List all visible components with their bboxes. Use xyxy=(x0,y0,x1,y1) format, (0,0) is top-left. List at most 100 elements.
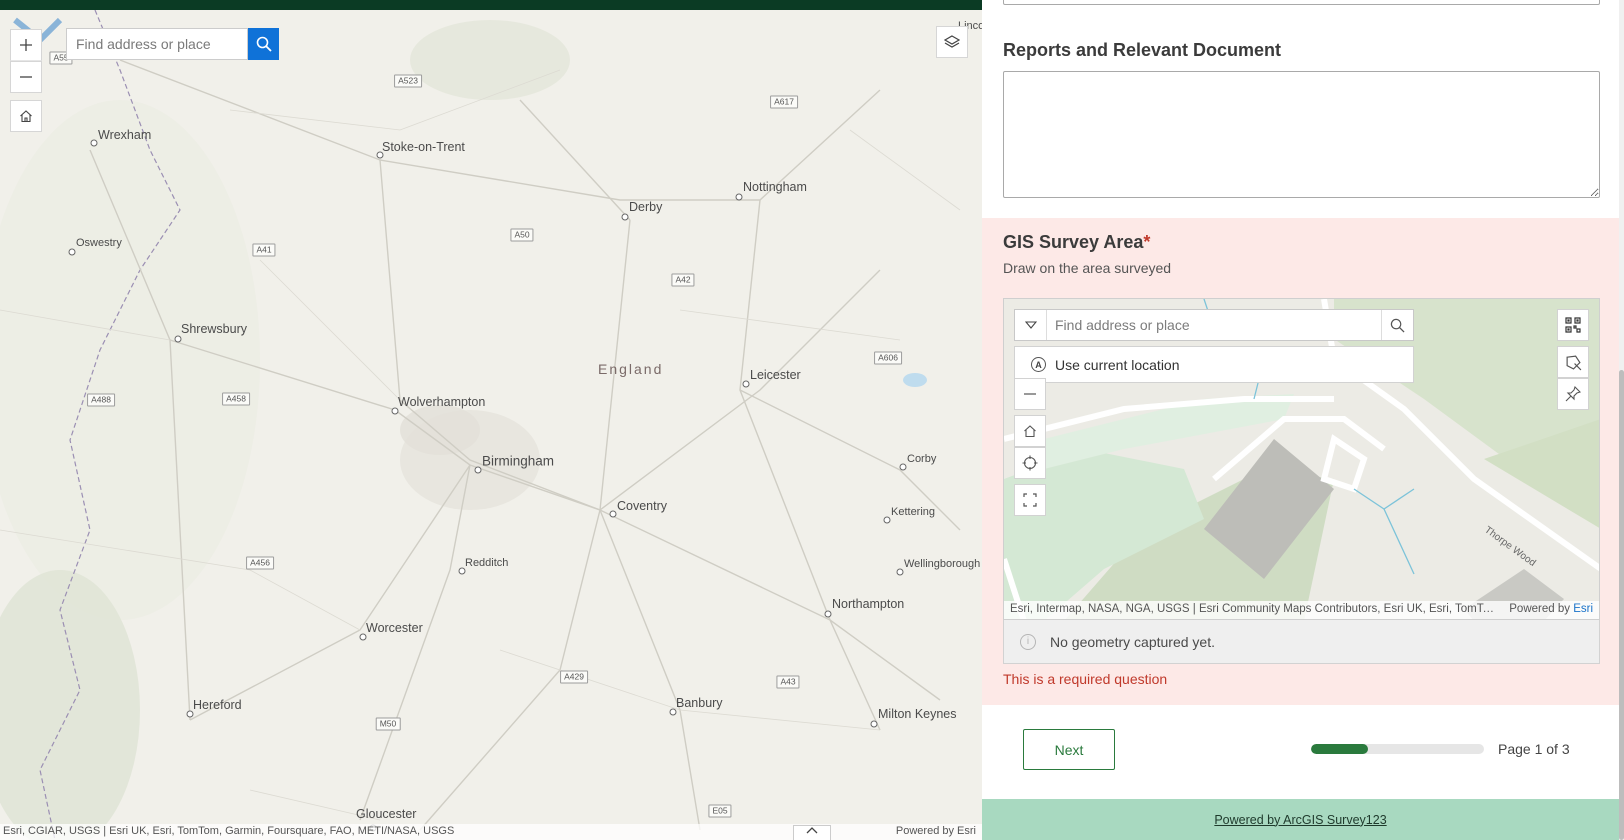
place-label: Leicester xyxy=(750,368,801,382)
basemap-layers-button[interactable] xyxy=(936,26,968,58)
mini-map-search[interactable]: Find address or place xyxy=(1014,309,1414,341)
place-label: Shrewsbury xyxy=(181,322,247,336)
map-search-button[interactable] xyxy=(248,28,279,60)
attribution-expand-button[interactable] xyxy=(793,825,831,840)
place-label: Wrexham xyxy=(98,128,152,142)
mini-zoom-out-button[interactable] xyxy=(1014,378,1046,410)
place-dot xyxy=(90,139,98,147)
road-shield: A617 xyxy=(770,95,798,109)
qr-code-button[interactable] xyxy=(1557,309,1589,341)
powered-by-esri[interactable]: Powered by Esri xyxy=(896,825,976,837)
road-shield: A50 xyxy=(510,228,534,242)
search-icon xyxy=(256,36,272,52)
fullscreen-button[interactable] xyxy=(1014,484,1046,516)
place-dot xyxy=(742,380,750,388)
place-label: Worcester xyxy=(366,621,423,635)
attribution-text: Esri, CGIAR, USGS | Esri UK, Esri, TomTo… xyxy=(3,825,455,837)
draw-polygon-icon xyxy=(1566,355,1581,370)
search-source-dropdown[interactable] xyxy=(1015,310,1047,340)
road-shield: A488 xyxy=(87,393,115,407)
powered-by-survey123-link[interactable]: Powered by ArcGIS Survey123 xyxy=(1214,813,1386,827)
zoom-out-button[interactable] xyxy=(10,61,42,93)
next-button[interactable]: Next xyxy=(1023,729,1115,770)
pin-icon xyxy=(1565,386,1581,402)
road-shield: M50 xyxy=(375,717,401,731)
place-label: Nottingham xyxy=(743,180,807,194)
place-dot xyxy=(896,568,904,576)
place-label: Kettering xyxy=(891,506,936,518)
info-icon: i xyxy=(1020,633,1036,650)
place-dot xyxy=(899,463,907,471)
road-shield: A523 xyxy=(394,74,422,88)
gis-label-text: GIS Survey Area xyxy=(1003,232,1144,252)
place-label: Derby xyxy=(629,200,663,214)
road-shield: A41 xyxy=(252,243,276,257)
powered-prefix: Powered by xyxy=(1509,603,1570,615)
chevron-down-icon xyxy=(1024,321,1037,329)
fullscreen-icon xyxy=(1023,493,1037,507)
previous-field-input[interactable] xyxy=(1003,0,1600,5)
place-dot xyxy=(609,510,617,518)
progress-bar xyxy=(1311,744,1484,754)
road-shield: A458 xyxy=(222,392,250,406)
region-label: England xyxy=(598,361,664,377)
road-shield: A43 xyxy=(776,675,800,689)
layers-icon xyxy=(944,35,960,48)
road-shield: A42 xyxy=(671,273,695,287)
draw-polygon-button[interactable] xyxy=(1557,346,1589,378)
mini-powered-by: Powered by Esri xyxy=(1509,603,1593,615)
place-label: Stoke-on-Trent xyxy=(382,140,465,154)
mini-home-button[interactable] xyxy=(1014,415,1046,447)
place-label: Northampton xyxy=(832,597,905,611)
place-label: Milton Keynes xyxy=(878,707,957,721)
required-marker: * xyxy=(1143,232,1151,252)
page-indicator: Page 1 of 3 xyxy=(1498,741,1570,757)
place-label: Redditch xyxy=(465,557,509,569)
footer: Powered by ArcGIS Survey123 xyxy=(982,799,1619,840)
use-current-location-option[interactable]: A Use current location xyxy=(1014,346,1414,383)
geometry-status: i No geometry captured yet. xyxy=(1003,620,1600,664)
map-search-input[interactable]: Find address or place xyxy=(66,28,248,60)
place-dot xyxy=(174,335,182,343)
place-label: Oswestry xyxy=(76,237,122,249)
place-dot xyxy=(68,248,76,256)
gis-question-hint: Draw on the area surveyed xyxy=(1003,260,1172,276)
place-dot xyxy=(870,720,878,728)
minus-icon xyxy=(20,76,32,78)
mini-map-attribution: Esri, Intermap, NASA, NGA, USGS | Esri C… xyxy=(1004,601,1599,619)
place-label: Hereford xyxy=(193,698,242,712)
geometry-message: No geometry captured yet. xyxy=(1050,633,1215,650)
mini-attribution-text: Esri, Intermap, NASA, NGA, USGS | Esri C… xyxy=(1010,603,1500,615)
place-dot xyxy=(621,213,629,221)
scrollbar-thumb[interactable] xyxy=(1619,370,1624,840)
home-icon xyxy=(1024,425,1036,438)
home-icon xyxy=(20,110,32,123)
crosshair-icon xyxy=(1022,455,1038,471)
locate-button[interactable] xyxy=(1014,447,1046,479)
search-icon xyxy=(1390,318,1405,333)
home-button[interactable] xyxy=(10,100,42,132)
gis-question-label: GIS Survey Area* xyxy=(1003,232,1150,253)
pin-button[interactable] xyxy=(1557,378,1589,410)
place-label: Wolverhampton xyxy=(398,395,486,409)
place-label: Banbury xyxy=(676,696,723,710)
reports-textarea[interactable] xyxy=(1003,71,1600,198)
reports-question-label: Reports and Relevant Document xyxy=(1003,40,1282,60)
place-dot xyxy=(735,193,743,201)
mini-map-search-input[interactable]: Find address or place xyxy=(1047,317,1381,333)
place-label: Wellingborough xyxy=(904,558,981,570)
place-dot xyxy=(824,610,832,618)
place-label: Gloucester xyxy=(356,807,417,821)
progress-fill xyxy=(1311,744,1369,754)
place-label: Corby xyxy=(907,453,937,465)
esri-link[interactable]: Esri xyxy=(1573,603,1593,615)
map-attribution: Esri, CGIAR, USGS | Esri UK, Esri, TomTo… xyxy=(0,824,982,840)
main-map[interactable]: Wrexham Stoke-on-Trent Nottingham Derby … xyxy=(0,10,982,840)
road-shield: A606 xyxy=(874,351,902,365)
zoom-in-button[interactable] xyxy=(10,29,42,61)
plus-icon xyxy=(20,39,32,51)
mini-map-search-button[interactable] xyxy=(1381,310,1413,340)
required-error-message: This is a required question xyxy=(1003,671,1168,687)
place-label: Birmingham xyxy=(482,453,555,469)
panel-scrollbar[interactable] xyxy=(1619,0,1624,840)
